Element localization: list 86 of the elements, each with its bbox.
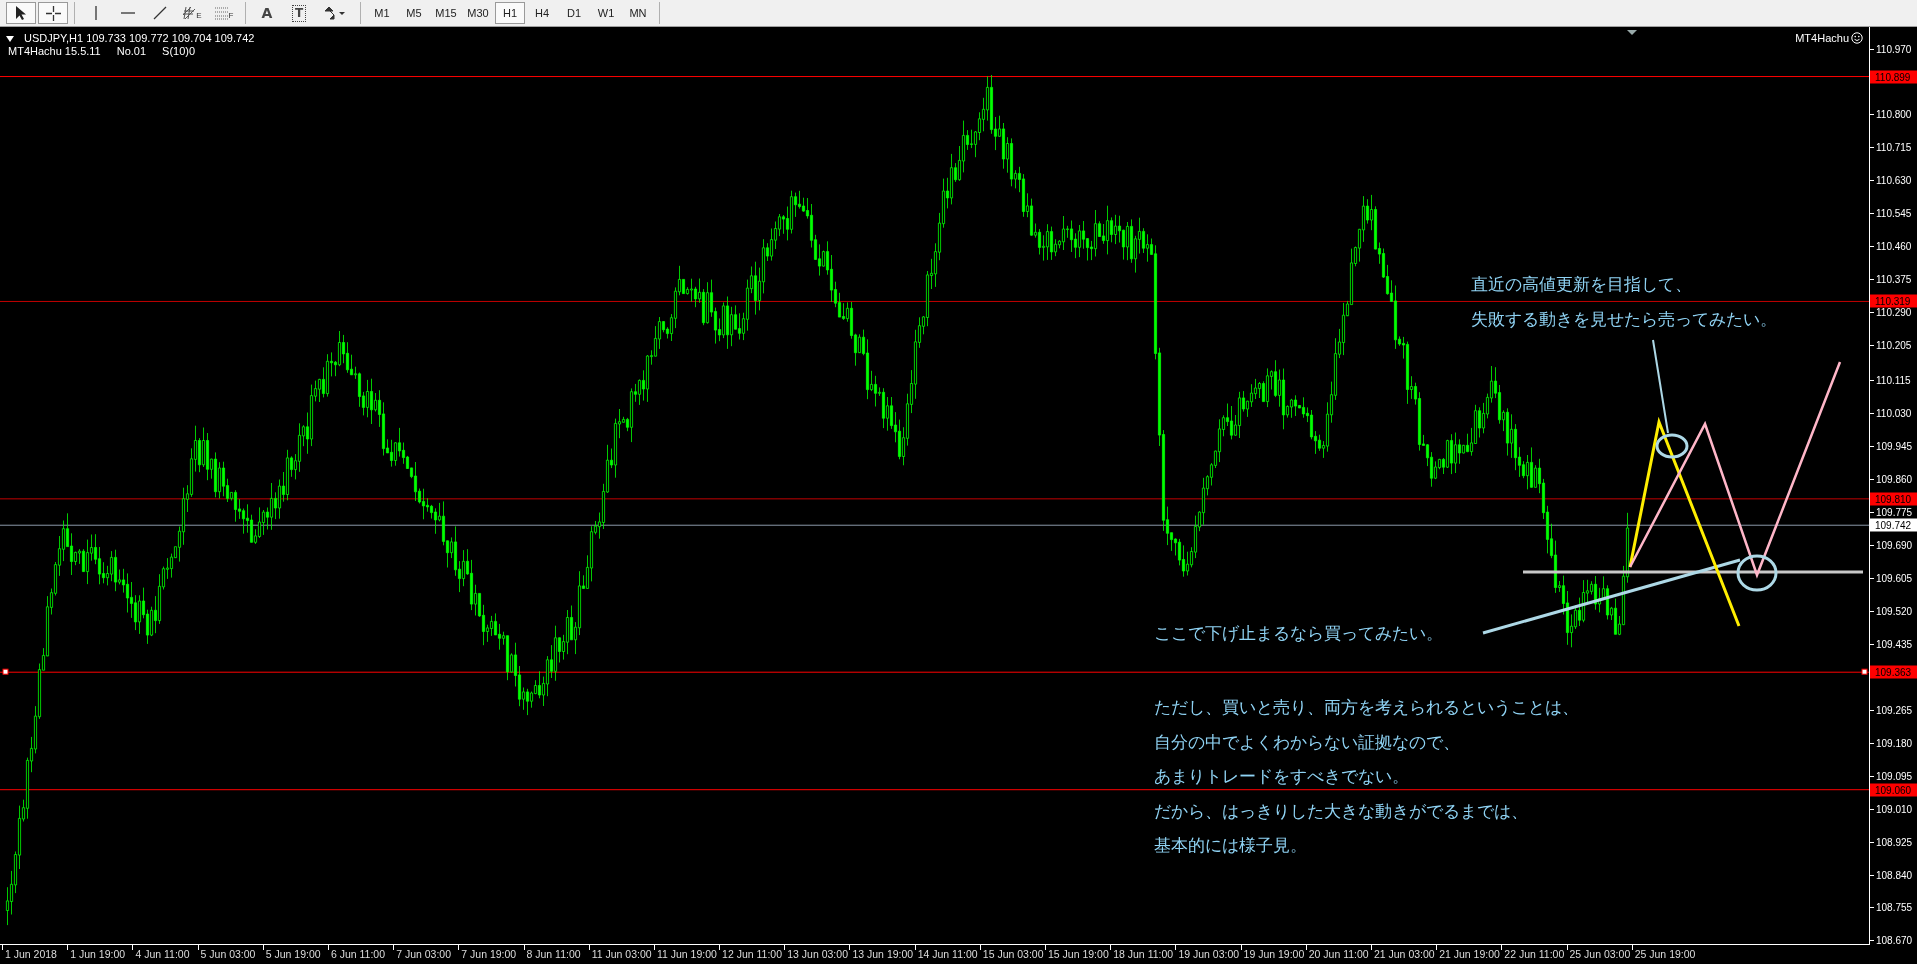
price-label: 109.265 xyxy=(1876,704,1913,716)
price-level-tag: 110.899 xyxy=(1870,70,1917,84)
timeframe-button[interactable]: M15 xyxy=(431,2,461,24)
time-label: 6 Jun 11:00 xyxy=(329,947,387,960)
time-label: 14 Jun 11:00 xyxy=(916,947,979,960)
time-label: 11 Jun 03:00 xyxy=(590,947,653,960)
timeframe-button[interactable]: H4 xyxy=(527,2,557,24)
time-label: 13 Jun 19:00 xyxy=(851,947,915,960)
price-label: 109.860 xyxy=(1876,473,1913,485)
label-tool-button[interactable]: T xyxy=(284,2,314,24)
price-label: 109.945 xyxy=(1876,441,1913,452)
chart-note[interactable]: 自分の中でよくわからない証拠なので、 xyxy=(1154,724,1579,759)
fibo-tool-button[interactable]: F xyxy=(209,2,239,24)
time-label: 13 Jun 03:00 xyxy=(786,947,849,960)
price-label: 110.545 xyxy=(1876,208,1912,220)
timeframe-button[interactable]: W1 xyxy=(591,2,621,24)
price-label: 108.670 xyxy=(1876,935,1913,947)
price-label: 110.205 xyxy=(1876,340,1912,352)
timeframe-button[interactable]: M1 xyxy=(367,2,397,24)
price-label: 110.970 xyxy=(1876,43,1912,55)
price-label: 109.605 xyxy=(1876,572,1913,584)
time-label: 11 Jun 19:00 xyxy=(655,947,718,960)
price-label: 109.690 xyxy=(1876,539,1913,551)
price-level-tag: 110.319 xyxy=(1870,294,1917,308)
time-label: 1 Jun 19:00 xyxy=(69,947,127,960)
text-label-icon: T xyxy=(291,4,307,22)
indicator-label: MT4Hachu 15.5.11 xyxy=(8,45,101,58)
price-label: 108.840 xyxy=(1876,869,1913,881)
price-label: 110.290 xyxy=(1876,307,1912,319)
timeframe-button[interactable]: H1 xyxy=(495,2,525,24)
price-label: 109.520 xyxy=(1876,605,1913,617)
time-label: 19 Jun 03:00 xyxy=(1177,947,1241,960)
time-label: 21 Jun 03:00 xyxy=(1372,947,1436,960)
time-label: 12 Jun 11:00 xyxy=(721,947,783,960)
chart-note[interactable]: ここで下げ止まるなら買ってみたい。 xyxy=(1154,616,1443,651)
timeframe-button[interactable]: MN xyxy=(623,2,653,24)
price-label: 110.630 xyxy=(1876,175,1912,187)
time-label: 5 Jun 19:00 xyxy=(264,947,322,960)
text-tool-button[interactable]: A xyxy=(252,2,282,24)
time-label: 19 Jun 19:00 xyxy=(1242,947,1306,960)
time-label: 25 Jun 03:00 xyxy=(1568,947,1632,960)
price-label: 109.435 xyxy=(1876,638,1913,650)
price-level-tag: 109.742 xyxy=(1870,518,1917,532)
chart-note[interactable]: 基本的には様子見。 xyxy=(1154,828,1579,863)
time-label: 5 Jun 03:00 xyxy=(199,947,257,960)
time-label: 7 Jun 03:00 xyxy=(395,947,452,960)
price-label: 109.095 xyxy=(1876,770,1913,782)
time-label: 25 Jun 19:00 xyxy=(1633,947,1697,960)
time-label: 8 Jun 11:00 xyxy=(525,947,582,960)
time-label: 18 Jun 11:00 xyxy=(1112,947,1175,960)
chart-note[interactable]: ただし、買いと売り、両方を考えられるということは、 xyxy=(1154,690,1579,725)
chart-note[interactable]: あまりトレードをすべきでない。 xyxy=(1154,759,1579,794)
price-label: 109.775 xyxy=(1876,506,1913,518)
time-label: 15 Jun 19:00 xyxy=(1047,947,1110,960)
price-level-tag: 109.810 xyxy=(1870,492,1917,506)
indicator-label: S(10)0 xyxy=(162,45,196,58)
price-label: 110.800 xyxy=(1876,109,1912,121)
text-tool-icon: A xyxy=(261,5,273,21)
price-level-tag: 109.060 xyxy=(1870,783,1917,797)
expert-name: MT4Hachu xyxy=(1795,32,1849,44)
symbol-info: USDJPY,H1 109.733 109.772 109.704 109.742 xyxy=(24,32,255,45)
timeframe-button[interactable]: M30 xyxy=(463,2,493,24)
time-label: 4 Jun 11:00 xyxy=(134,947,191,960)
price-label: 110.715 xyxy=(1876,142,1912,154)
time-label: 22 Jun 11:00 xyxy=(1503,947,1566,960)
price-label: 110.115 xyxy=(1876,375,1911,387)
time-label: 21 Jun 19:00 xyxy=(1438,947,1501,960)
price-label: 108.925 xyxy=(1876,836,1913,848)
channel-tool-button[interactable]: E xyxy=(177,2,207,24)
chart-note[interactable]: だから、はっきりした大きな動きがでるまでは、 xyxy=(1154,793,1579,828)
time-label: 7 Jun 19:00 xyxy=(460,947,518,960)
chart-note[interactable]: 失敗する動きを見せたら売ってみたい。 xyxy=(1471,301,1777,336)
indicator-label: No.01 xyxy=(116,45,147,58)
price-label: 109.010 xyxy=(1876,803,1913,815)
price-label: 110.460 xyxy=(1876,241,1912,253)
timeframe-button[interactable]: D1 xyxy=(559,2,589,24)
price-label: 110.030 xyxy=(1876,408,1912,420)
time-label: 15 Jun 03:00 xyxy=(981,947,1045,960)
price-label: 109.180 xyxy=(1876,737,1913,749)
timeframe-button[interactable]: M5 xyxy=(399,2,429,24)
price-label: 108.755 xyxy=(1876,902,1913,914)
time-label: 1 Jun 2018 xyxy=(4,947,58,960)
price-label: 110.375 xyxy=(1876,274,1912,286)
price-level-tag: 109.363 xyxy=(1870,665,1917,679)
chart-note[interactable]: 直近の高値更新を目指して、 xyxy=(1471,267,1777,302)
time-label: 20 Jun 11:00 xyxy=(1307,947,1370,960)
